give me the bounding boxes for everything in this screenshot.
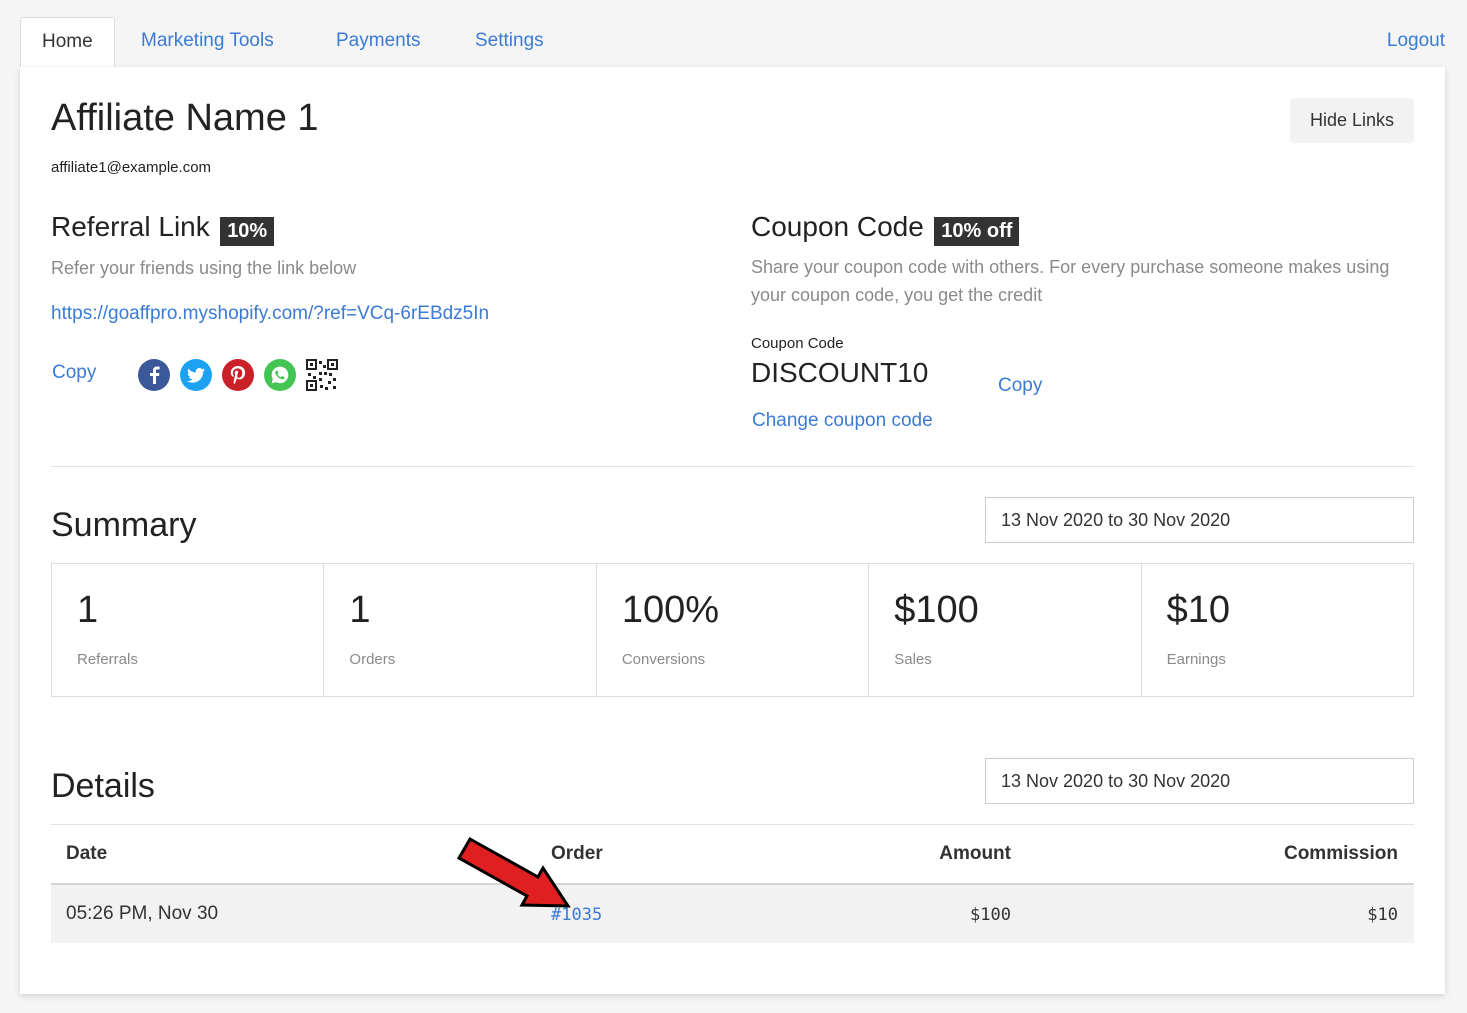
stat-value: $100 (894, 589, 979, 631)
details-table: Date Order Amount Commission 05:26 PM, N… (51, 824, 1414, 943)
summary-stats: 1 Referrals 1 Orders 100% Conversions $1… (51, 563, 1414, 697)
coupon-description: Share your coupon code with others. For … (751, 257, 1390, 305)
coupon-field-label: Coupon Code (751, 335, 844, 352)
coupon-title: Coupon Code (751, 211, 924, 242)
tab-bar: Home Marketing Tools Payments Settings L… (20, 17, 1445, 69)
stat-conversions: 100% Conversions (597, 564, 870, 696)
stat-value: 1 (77, 589, 99, 631)
annotation-arrow-icon (456, 836, 571, 908)
stat-label: Referrals (77, 651, 138, 668)
dashboard-card: Affiliate Name 1 affiliate1@example.com … (20, 67, 1445, 994)
details-title: Details (51, 767, 155, 805)
tab-payments[interactable]: Payments (315, 17, 441, 68)
stat-value: 1 (349, 589, 371, 631)
referral-copy-link[interactable]: Copy (52, 362, 96, 384)
coupon-badge: 10% off (934, 217, 1020, 247)
tab-home[interactable]: Home (20, 17, 115, 69)
stat-earnings: $10 Earnings (1142, 564, 1413, 696)
referral-header: Referral Link 10% (51, 211, 275, 247)
column-header-date: Date (66, 843, 108, 864)
hide-links-button[interactable]: Hide Links (1290, 98, 1414, 143)
table-row: 05:26 PM, Nov 30 #1035 $100 $10 (51, 885, 1414, 943)
column-header-amount: Amount (939, 843, 1011, 864)
logout-link[interactable]: Logout (1387, 17, 1445, 65)
coupon-copy-link[interactable]: Copy (998, 375, 1042, 397)
row-amount: $100 (970, 905, 1011, 925)
coupon-code-value: DISCOUNT10 (751, 357, 929, 388)
section-divider (51, 466, 1414, 467)
stat-label: Earnings (1166, 651, 1226, 668)
affiliate-name: Affiliate Name 1 (51, 97, 319, 139)
column-header-commission: Commission (1283, 843, 1398, 864)
twitter-icon[interactable] (180, 359, 212, 391)
social-share-icons (138, 359, 338, 391)
whatsapp-icon[interactable] (264, 359, 296, 391)
referral-url-link[interactable]: https://goaffpro.myshopify.com/?ref=VCq-… (51, 303, 489, 325)
qr-code-icon[interactable] (306, 359, 338, 391)
stat-orders: 1 Orders (324, 564, 597, 696)
stat-referrals: 1 Referrals (52, 564, 325, 696)
pinterest-icon[interactable] (222, 359, 254, 391)
affiliate-email: affiliate1@example.com (51, 159, 212, 176)
details-date-range-input[interactable]: 13 Nov 2020 to 30 Nov 2020 (985, 758, 1414, 804)
summary-title: Summary (51, 506, 197, 544)
stat-sales: $100 Sales (869, 564, 1142, 696)
referral-badge: 10% (220, 217, 275, 247)
referral-description: Refer your friends using the link below (51, 258, 357, 278)
tab-marketing-tools[interactable]: Marketing Tools (120, 17, 295, 68)
coupon-header: Coupon Code 10% off (751, 211, 1020, 247)
tab-settings[interactable]: Settings (454, 17, 565, 68)
stat-label: Sales (894, 651, 932, 668)
summary-date-range-input[interactable]: 13 Nov 2020 to 30 Nov 2020 (985, 497, 1414, 543)
table-top-border (51, 824, 1414, 825)
row-commission: $10 (1367, 905, 1398, 925)
referral-title: Referral Link (51, 211, 210, 242)
stat-label: Orders (349, 651, 396, 668)
stat-value: $10 (1166, 589, 1231, 631)
stat-label: Conversions (621, 651, 706, 668)
change-coupon-link[interactable]: Change coupon code (752, 410, 933, 432)
facebook-icon[interactable] (138, 359, 170, 391)
row-date: 05:26 PM, Nov 30 (66, 903, 219, 924)
stat-value: 100% (621, 589, 720, 631)
